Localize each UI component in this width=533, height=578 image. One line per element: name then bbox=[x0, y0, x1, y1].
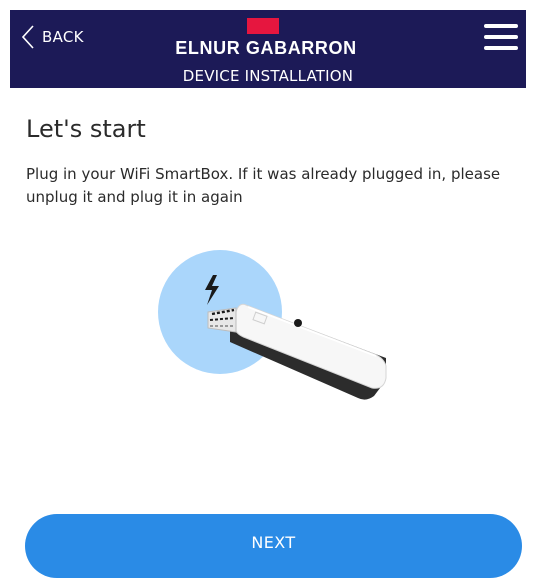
next-button-label: NEXT bbox=[251, 533, 296, 552]
back-label: BACK bbox=[42, 28, 84, 46]
next-button[interactable]: NEXT bbox=[25, 514, 522, 578]
app-header: BACK ELNUR GABARRON DEVICE INSTALLATION bbox=[10, 10, 526, 88]
brand-logo: ELNUR GABARRON bbox=[156, 18, 376, 62]
smartbox-plug-illustration bbox=[158, 250, 387, 400]
hamburger-menu-icon[interactable] bbox=[484, 24, 518, 50]
brand-mark bbox=[247, 18, 279, 34]
page-title: Let's start bbox=[26, 115, 146, 143]
back-button[interactable]: BACK bbox=[22, 24, 84, 50]
instructions-text: Plug in your WiFi SmartBox. If it was al… bbox=[26, 165, 501, 206]
page-subtitle: DEVICE INSTALLATION bbox=[182, 67, 354, 85]
brand-name: ELNUR GABARRON bbox=[175, 38, 357, 58]
chevron-left-icon bbox=[22, 25, 34, 49]
